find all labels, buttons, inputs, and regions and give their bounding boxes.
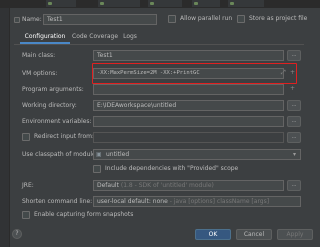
highlight-annotation-box — [92, 63, 297, 84]
editor-tab-blurred — [192, 0, 220, 7]
browse-directory-button[interactable]: ... — [287, 100, 301, 111]
browse-jre-button[interactable]: ... — [287, 180, 301, 191]
tab-divider — [14, 44, 304, 45]
working-directory-label: Working directory: — [22, 102, 77, 109]
store-as-project-file-checkbox[interactable] — [237, 15, 245, 23]
jre-select[interactable]: Default (1.8 - SDK of 'untitled' module) — [93, 180, 284, 191]
environment-variables-input[interactable] — [93, 116, 284, 127]
working-directory-input[interactable]: E:\IDEAworkspace\untitled — [93, 100, 284, 111]
shorten-hint: - java [options] className [args] — [169, 198, 270, 205]
classpath-module-label: Use classpath of module: — [22, 151, 98, 158]
vm-options-label: VM options: — [22, 70, 58, 77]
apply-button[interactable]: Apply — [277, 229, 313, 240]
browse-class-button[interactable]: ... — [287, 50, 301, 61]
name-label: Name: — [22, 16, 42, 23]
help-icon[interactable]: ? — [12, 229, 22, 239]
jre-value: Default — [97, 182, 119, 189]
main-class-label: Main class: — [22, 52, 56, 59]
configuration-tree-panel — [0, 8, 10, 247]
jre-hint: (1.8 - SDK of 'untitled' module) — [120, 182, 214, 189]
browse-redirect-button[interactable]: ... — [287, 132, 301, 143]
shorten-value: user-local default: none — [97, 198, 168, 205]
classpath-module-select[interactable]: untitled — [93, 149, 301, 160]
tab-configuration[interactable]: Configuration — [20, 32, 70, 44]
include-provided-label: Include dependencies with "Provided" sco… — [105, 165, 239, 172]
program-arguments-input[interactable] — [93, 84, 284, 95]
editor-tab-blurred — [98, 0, 140, 7]
tab-logs[interactable]: Logs — [120, 32, 140, 42]
plus-icon[interactable]: + — [290, 85, 295, 93]
module-folder-icon: ▣ — [96, 151, 102, 158]
main-class-input[interactable]: Test1 — [93, 50, 284, 61]
editor-tab-blurred — [46, 0, 76, 7]
editor-tab-blurred — [148, 0, 182, 7]
shorten-command-line-label: Shorten command line: — [22, 198, 93, 205]
shorten-command-line-select[interactable]: user-local default: none - java [options… — [93, 196, 301, 207]
chevron-down-icon[interactable]: ▾ — [293, 150, 296, 159]
cancel-button[interactable]: Cancel — [236, 229, 272, 240]
tab-code-coverage[interactable]: Code Coverage — [72, 32, 118, 42]
allow-parallel-run-checkbox[interactable] — [168, 15, 176, 23]
editor-tab-blurred — [228, 0, 264, 7]
program-arguments-label: Program arguments: — [22, 86, 84, 93]
name-input[interactable]: Test1 — [43, 14, 157, 25]
capture-snapshots-checkbox[interactable] — [22, 211, 30, 219]
include-provided-checkbox[interactable] — [93, 165, 101, 173]
jre-label: JRE: — [22, 182, 34, 189]
ok-button[interactable]: OK — [195, 229, 231, 240]
capture-snapshots-label: Enable capturing form snapshots — [34, 211, 134, 218]
edit-environment-button[interactable]: ... — [287, 116, 301, 127]
environment-variables-label: Environment variables: — [22, 118, 92, 125]
redirect-input-field[interactable] — [93, 132, 284, 143]
collapse-icon[interactable] — [14, 17, 20, 23]
redirect-input-label: Redirect input from: — [34, 133, 94, 140]
store-as-project-file-label: Store as project file — [249, 15, 308, 22]
redirect-input-checkbox[interactable] — [22, 133, 30, 141]
allow-parallel-run-label: Allow parallel run — [180, 15, 233, 22]
